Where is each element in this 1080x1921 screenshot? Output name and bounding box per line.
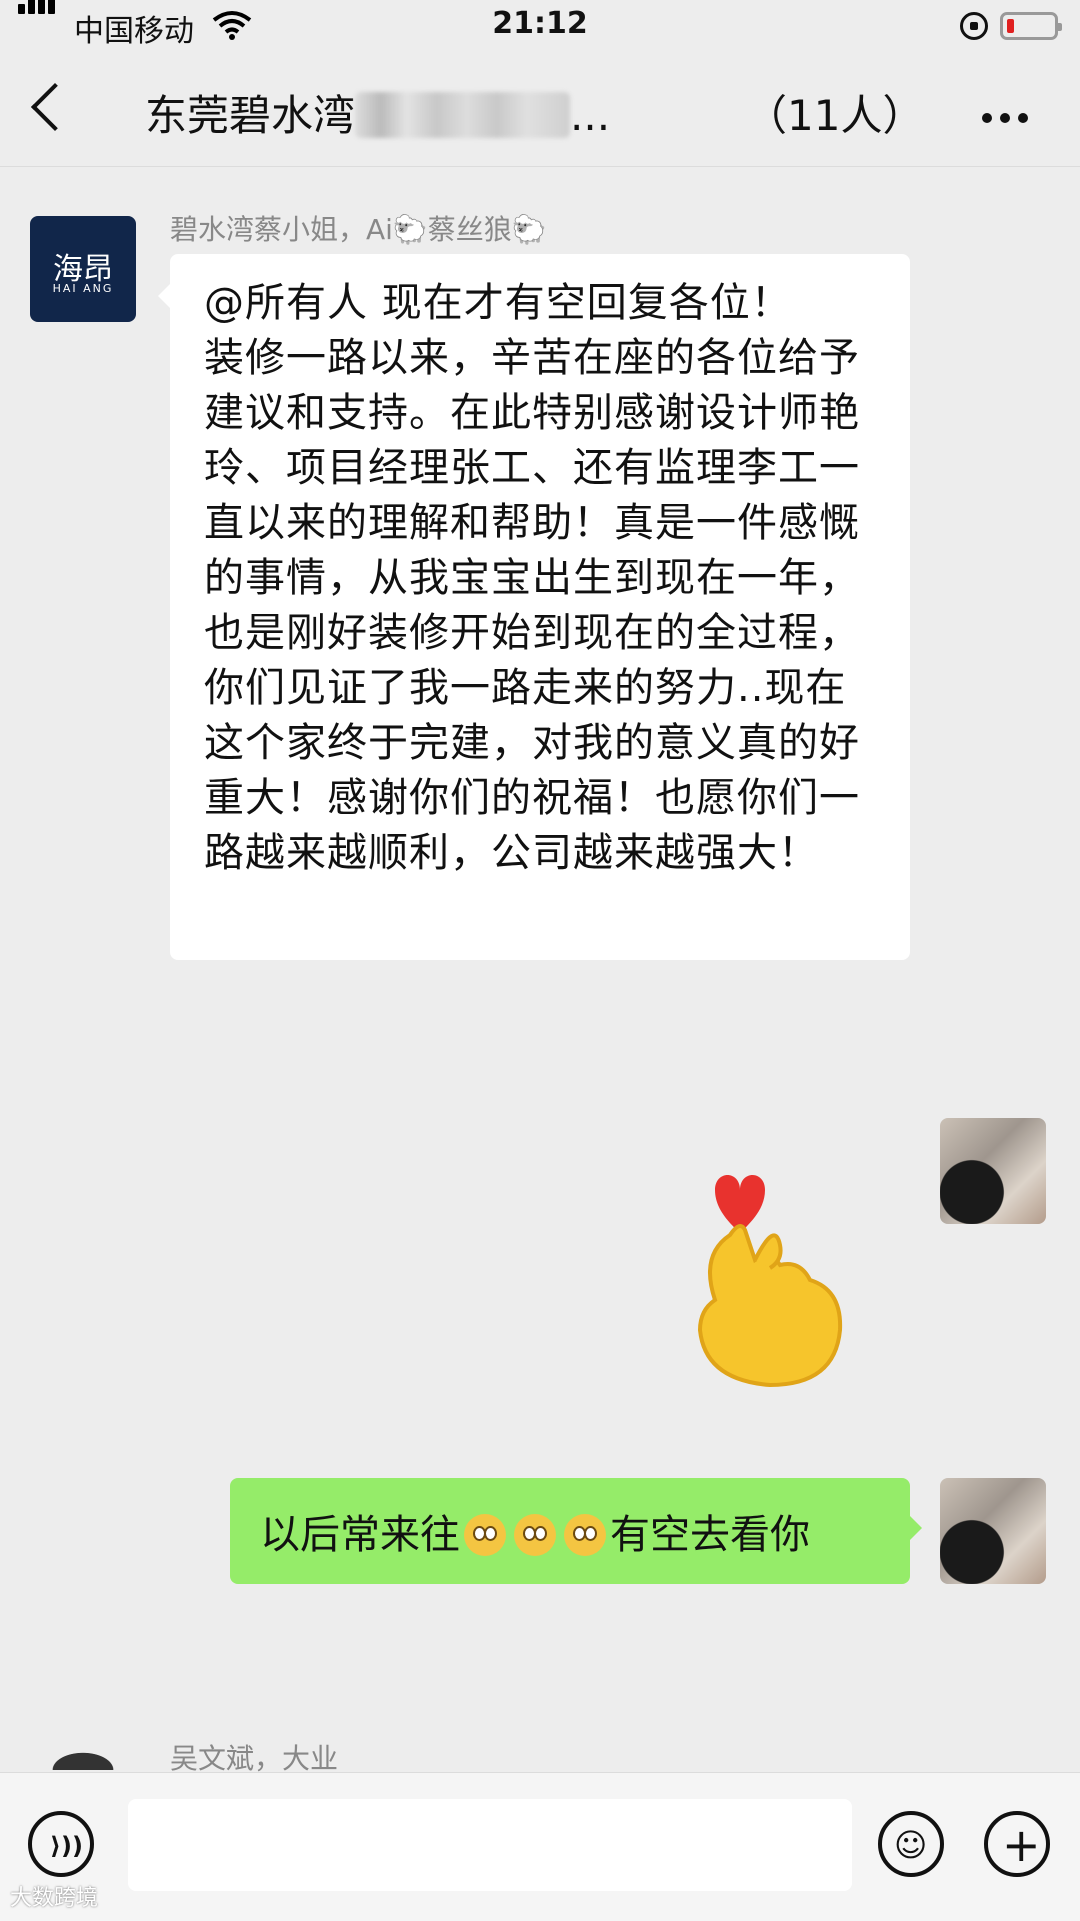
chat-header: 东莞碧水湾... （11人） — [0, 56, 1080, 167]
avatar[interactable] — [940, 1478, 1046, 1584]
message-input[interactable] — [128, 1799, 852, 1891]
chat-title-ellipsis: ... — [570, 91, 611, 140]
emoji-icon — [464, 1514, 506, 1556]
incoming-message-bubble[interactable]: @所有人 现在才有空回复各位！ 装修一路以来，辛苦在座的各位给予建议和支持。在此… — [158, 254, 910, 960]
sender-name: 吴文斌，大业 — [170, 1742, 339, 1775]
back-arrow-icon[interactable] — [30, 82, 80, 132]
battery-icon — [1000, 12, 1062, 40]
more-options-icon[interactable] — [982, 108, 1036, 127]
message-text: @所有人 现在才有空回复各位！ 装修一路以来，辛苦在座的各位给予建议和支持。在此… — [204, 280, 860, 876]
redacted-title-blur — [355, 92, 571, 138]
voice-icon: ⟩)) — [50, 1832, 83, 1860]
status-bar: 中国移动 21:12 — [0, 0, 1080, 56]
voice-input-button[interactable]: ⟩)) — [28, 1811, 94, 1877]
avatar[interactable]: 海昂 HAI ANG — [30, 216, 136, 322]
more-functions-button[interactable]: + — [984, 1811, 1050, 1877]
input-bar: ⟩)) ☺ + — [0, 1772, 1080, 1921]
emoji-icon — [564, 1514, 606, 1556]
emoji-button[interactable]: ☺ — [878, 1811, 944, 1877]
message-text: 有空去看你 — [610, 1512, 810, 1558]
outgoing-message-bubble[interactable]: 以后常来往 有空去看你 — [230, 1478, 922, 1584]
emoji-icon — [514, 1514, 556, 1556]
sender-name: 碧水湾蔡小姐，Ai🐑蔡丝狼🐑 — [170, 213, 547, 246]
avatar[interactable] — [30, 1740, 136, 1770]
status-time: 21:12 — [492, 6, 588, 41]
rotation-lock-icon — [960, 12, 988, 40]
chat-title-text: 东莞碧水湾 — [145, 91, 356, 140]
smile-icon: ☺ — [894, 1826, 928, 1864]
avatar[interactable] — [940, 1118, 1046, 1224]
message-text: 以后常来往 — [260, 1512, 460, 1558]
chat-title: 东莞碧水湾... — [145, 82, 610, 143]
plus-icon: + — [1002, 1818, 1041, 1872]
watermark: 大数跨境 — [10, 1886, 99, 1911]
finger-heart-sticker[interactable] — [660, 1160, 860, 1400]
member-count: （11人） — [745, 91, 925, 140]
avatar-logo-subtext: HAI ANG — [52, 282, 114, 295]
